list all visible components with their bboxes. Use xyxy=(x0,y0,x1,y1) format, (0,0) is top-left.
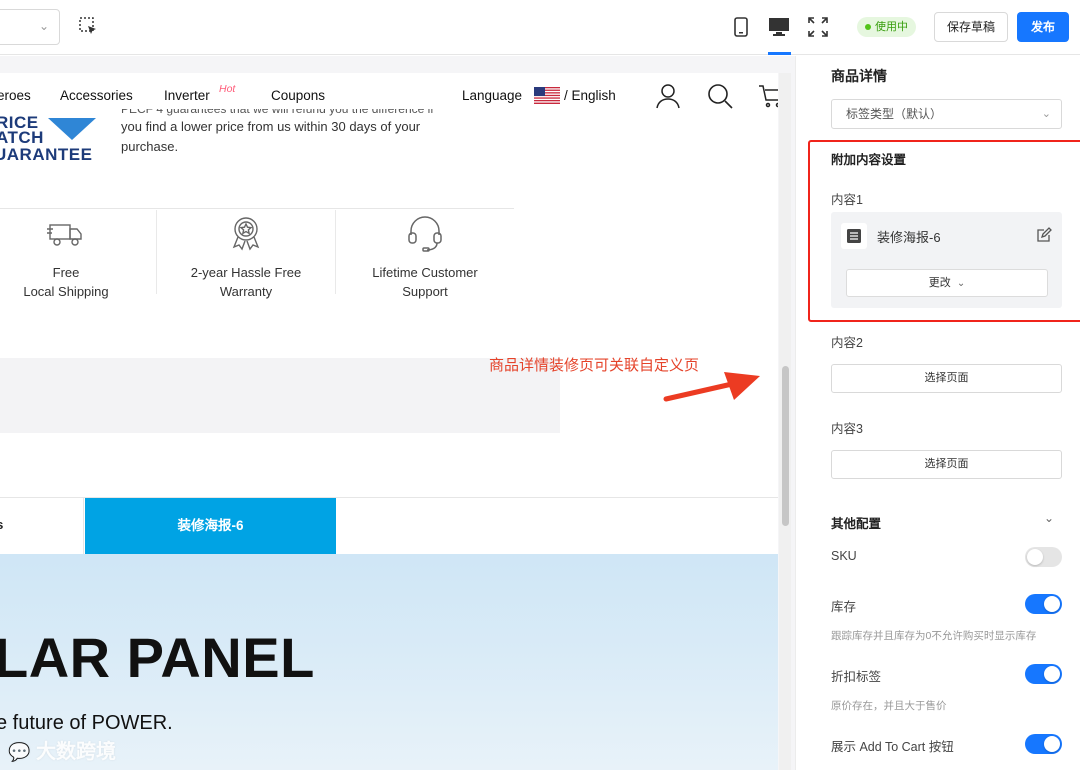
divider xyxy=(0,208,514,209)
divider xyxy=(83,498,84,554)
account-icon[interactable] xyxy=(654,82,682,110)
divider xyxy=(335,210,336,294)
desktop-view-icon[interactable] xyxy=(766,14,792,40)
feature-label: 2-year Hassle Free Warranty xyxy=(190,265,302,299)
hot-badge: Hot xyxy=(219,83,236,95)
fullscreen-icon[interactable] xyxy=(805,14,831,40)
badge-text-line: UARANTEE xyxy=(0,145,93,164)
language-label[interactable]: Language xyxy=(462,88,522,103)
search-icon[interactable] xyxy=(706,82,734,110)
change-content-label: 更改 xyxy=(928,277,951,289)
settings-panel: 商品详情 标签类型（默认） ⌄ 附加内容设置 内容1 装修海报-6 更改 ⌄ 内… xyxy=(795,56,1080,770)
stock-toggle[interactable] xyxy=(1025,594,1062,614)
page-select-dropdown[interactable]: ⌄ xyxy=(0,9,60,45)
toggle-knob xyxy=(1027,549,1043,565)
divider xyxy=(156,210,157,294)
panel-title: 商品详情 xyxy=(831,68,887,84)
discount-tag-toggle[interactable] xyxy=(1025,664,1062,684)
watermark-logo-icon: 💬 xyxy=(8,742,31,762)
nav-item-inverter[interactable]: Inverter xyxy=(164,88,210,103)
sku-label: SKU xyxy=(831,549,857,563)
annotation-text: 商品详情装修页可关联自定义页 xyxy=(489,357,700,374)
discount-hint: 原价存在，并且大于售价 xyxy=(831,700,947,712)
editor-canvas: eroes Accessories Inverter Hot Coupons L… xyxy=(0,56,795,770)
chevron-down-icon: ⌄ xyxy=(1041,108,1051,120)
sku-toggle[interactable] xyxy=(1025,547,1062,567)
store-preview[interactable]: eroes Accessories Inverter Hot Coupons L… xyxy=(0,73,778,770)
watermark: 💬 大数跨境 xyxy=(8,735,116,764)
add-to-cart-label: 展示 Add To Cart 按钮 xyxy=(831,740,954,754)
price-match-badge-icon xyxy=(48,118,96,140)
content-placeholder-block xyxy=(0,358,560,433)
tag-type-select[interactable]: 标签类型（默认） ⌄ xyxy=(831,99,1062,129)
other-config-title: 其他配置 xyxy=(831,517,882,531)
scrollbar-thumb[interactable] xyxy=(782,366,789,526)
hero-subtitle: e future of POWER. xyxy=(0,712,173,734)
hero-title: LAR PANEL xyxy=(0,626,315,689)
content1-label: 内容1 xyxy=(831,193,863,207)
active-view-indicator xyxy=(768,52,791,55)
feature-label: Free Local Shipping xyxy=(23,265,109,299)
content1-card: 装修海报-6 更改 ⌄ xyxy=(831,212,1062,308)
feature-support: Lifetime Customer Support xyxy=(345,213,505,301)
content3-label: 内容3 xyxy=(831,422,863,436)
additional-content-title: 附加内容设置 xyxy=(831,153,907,167)
truck-icon xyxy=(47,224,82,246)
document-icon xyxy=(841,223,867,249)
nav-item-heroes[interactable]: eroes xyxy=(0,88,31,103)
award-badge-icon xyxy=(232,217,260,251)
toggle-knob xyxy=(1044,736,1060,752)
tag-type-value: 标签类型（默认） xyxy=(846,107,943,121)
mobile-view-icon[interactable] xyxy=(728,14,754,40)
guarantee-text-line: PECF 4 guarantees that we will refund yo… xyxy=(121,109,434,116)
change-content-button[interactable]: 更改 ⌄ xyxy=(846,269,1048,297)
feature-free-shipping: Free Local Shipping xyxy=(0,213,146,301)
select-page-button[interactable]: 选择页面 xyxy=(831,364,1062,393)
chevron-down-icon: ⌄ xyxy=(38,19,49,33)
stock-hint: 跟踪库存并且库存为0不允许购买时显示库存 xyxy=(831,630,1037,642)
save-draft-button[interactable]: 保存草稿 xyxy=(934,12,1008,42)
guarantee-text-line: you find a lower price from us within 30… xyxy=(121,119,421,134)
nav-item-accessories[interactable]: Accessories xyxy=(60,88,133,103)
guarantee-description: PECF 4 guarantees that we will refund yo… xyxy=(121,109,511,156)
discount-tag-label: 折扣标签 xyxy=(831,670,882,684)
us-flag-icon xyxy=(534,87,560,104)
tab-custom-page[interactable]: 装修海报-6 xyxy=(85,498,336,554)
toggle-knob xyxy=(1044,666,1060,682)
status-badge: 使用中 xyxy=(857,17,916,37)
chevron-down-icon[interactable]: ⌄ xyxy=(1044,511,1054,525)
feature-label: Lifetime Customer Support xyxy=(372,265,478,299)
nav-item-coupons[interactable]: Coupons xyxy=(271,88,325,103)
content1-page-name: 装修海报-6 xyxy=(877,230,941,245)
toggle-knob xyxy=(1044,596,1060,612)
watermark-text: 大数跨境 xyxy=(35,741,116,763)
hero-banner: LAR PANEL e future of POWER. xyxy=(0,554,778,770)
content2-label: 内容2 xyxy=(831,336,863,350)
cart-icon[interactable] xyxy=(757,82,778,110)
stock-label: 库存 xyxy=(831,600,857,614)
add-to-cart-toggle[interactable] xyxy=(1025,734,1062,754)
publish-button[interactable]: 发布 xyxy=(1017,12,1069,42)
select-element-icon[interactable] xyxy=(78,16,98,36)
select-page-button[interactable]: 选择页面 xyxy=(831,450,1062,479)
language-value[interactable]: / English xyxy=(564,88,616,103)
headset-icon xyxy=(408,216,442,252)
feature-warranty: 2-year Hassle Free Warranty xyxy=(166,213,326,301)
tab-reviews[interactable]: ws xyxy=(0,517,3,532)
editor-toolbar: ⌄ 使用中 保存草稿 发布 xyxy=(0,0,1080,55)
edit-icon[interactable] xyxy=(1036,227,1052,243)
chevron-down-icon: ⌄ xyxy=(956,278,966,289)
guarantee-text-line: purchase. xyxy=(121,138,179,154)
